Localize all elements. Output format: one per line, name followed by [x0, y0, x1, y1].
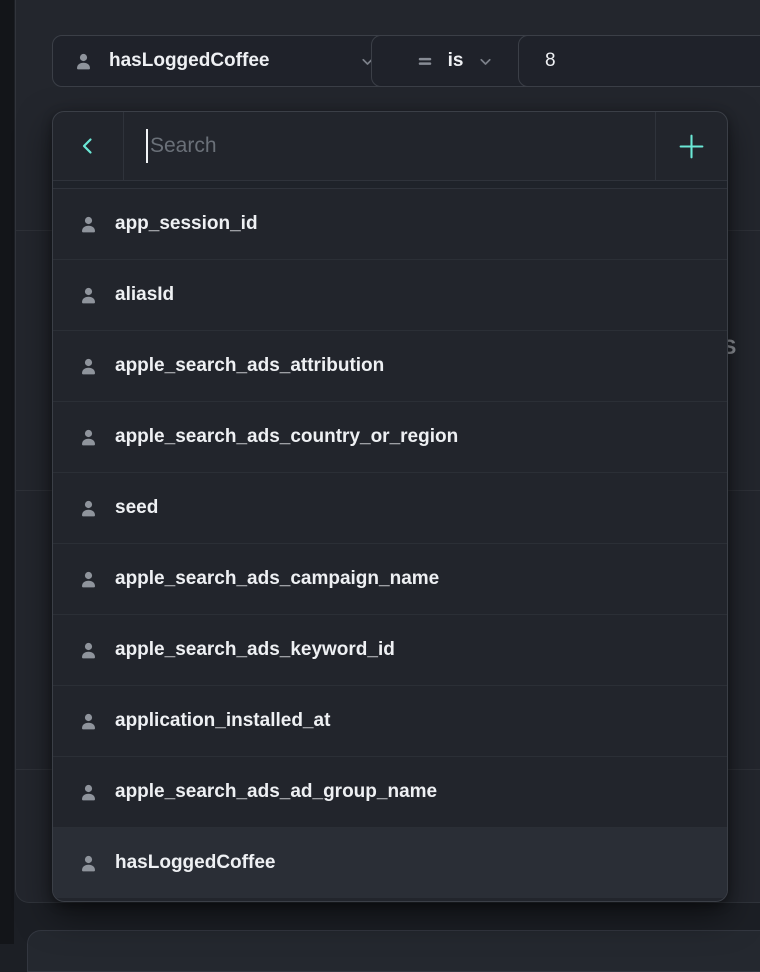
plus-icon — [677, 132, 706, 161]
person-icon — [78, 782, 99, 803]
operator-selector-pill[interactable]: is — [371, 35, 538, 87]
property-name: aliasId — [115, 284, 174, 306]
search-field[interactable] — [124, 112, 655, 180]
background-card-below — [27, 930, 760, 972]
search-input[interactable] — [148, 134, 655, 158]
list-item[interactable]: apple_search_ads_country_or_region — [53, 402, 727, 473]
list-item[interactable]: apple_search_ads_campaign_name — [53, 544, 727, 615]
add-property-button[interactable] — [655, 112, 727, 180]
list-item[interactable]: seed — [53, 473, 727, 544]
list-item[interactable]: aliasId — [53, 260, 727, 331]
dropdown-header — [53, 112, 727, 181]
list-item[interactable]: hasLoggedCoffee — [53, 828, 727, 898]
back-button[interactable] — [53, 112, 124, 180]
list-top-gap — [53, 181, 727, 189]
person-icon — [78, 498, 99, 519]
person-icon — [78, 640, 99, 661]
property-name: apple_search_ads_country_or_region — [115, 426, 458, 448]
equals-icon — [415, 51, 436, 72]
left-dark-rail — [0, 0, 14, 944]
person-icon — [73, 51, 94, 72]
property-name: apple_search_ads_attribution — [115, 355, 384, 377]
list-item[interactable]: app_session_id — [53, 189, 727, 260]
property-name: seed — [115, 497, 158, 519]
property-name: hasLoggedCoffee — [115, 852, 275, 874]
property-name: app_session_id — [115, 213, 258, 235]
list-item[interactable]: apple_search_ads_ad_group_name — [53, 757, 727, 828]
operator-pill-label: is — [448, 50, 464, 72]
chevron-down-icon — [477, 53, 494, 70]
person-icon — [78, 853, 99, 874]
property-pill-label: hasLoggedCoffee — [109, 50, 269, 72]
person-icon — [78, 285, 99, 306]
property-name: application_installed_at — [115, 710, 330, 732]
list-item[interactable]: application_installed_at — [53, 686, 727, 757]
chevron-left-icon — [76, 134, 100, 158]
property-name: apple_search_ads_ad_group_name — [115, 781, 437, 803]
filter-value-field[interactable] — [518, 35, 760, 87]
property-name: apple_search_ads_campaign_name — [115, 568, 439, 590]
property-list: app_session_id aliasId apple_search_ad — [53, 189, 727, 901]
property-selector-pill[interactable]: hasLoggedCoffee — [52, 35, 397, 87]
list-item[interactable]: apple_search_ads_keyword_id — [53, 615, 727, 686]
list-item[interactable]: apple_search_ads_attribution — [53, 331, 727, 402]
property-name: apple_search_ads_keyword_id — [115, 639, 395, 661]
person-icon — [78, 427, 99, 448]
person-icon — [78, 711, 99, 732]
person-icon — [78, 214, 99, 235]
person-icon — [78, 356, 99, 377]
filter-value-input[interactable] — [545, 50, 705, 72]
property-picker-dropdown: app_session_id aliasId apple_search_ad — [52, 111, 728, 902]
person-icon — [78, 569, 99, 590]
